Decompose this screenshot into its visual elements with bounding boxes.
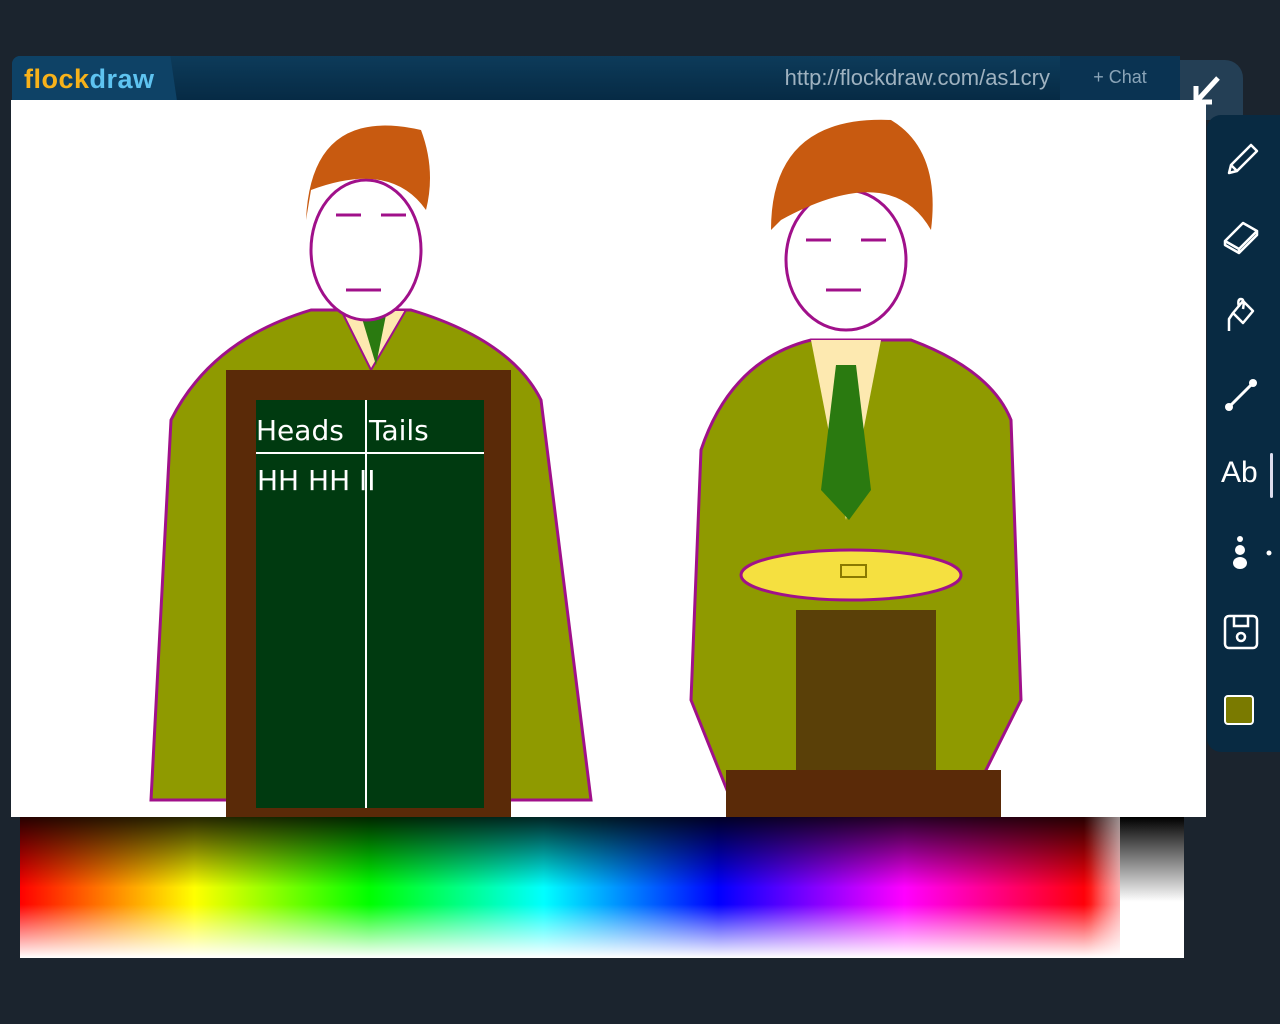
chat-button[interactable]: + Chat [1060, 56, 1180, 101]
drawing: Heads Tails HH HH II [149, 119, 1023, 817]
tally-marks: HH HH II [257, 464, 376, 497]
size-slider[interactable] [1270, 453, 1273, 498]
drawing-canvas[interactable]: Heads Tails HH HH II [11, 100, 1206, 817]
logo[interactable]: flockdraw [24, 64, 155, 95]
pencil-tool[interactable] [1221, 140, 1261, 180]
left-figure: Heads Tails HH HH II [149, 125, 593, 817]
header-bar: flockdraw http://flockdraw.com/as1cry + … [12, 56, 1180, 101]
color-swatch-icon [1224, 695, 1254, 725]
room-url[interactable]: http://flockdraw.com/as1cry [785, 65, 1050, 91]
brush-size-icon [1233, 536, 1272, 569]
text-tool[interactable]: Ab [1221, 453, 1261, 493]
grayscale-strip[interactable] [1120, 817, 1184, 958]
color-tool[interactable] [1221, 692, 1261, 732]
text-icon: Ab [1221, 456, 1258, 489]
line-tool[interactable] [1221, 375, 1261, 415]
eraser-tool[interactable] [1221, 217, 1261, 257]
right-figure [689, 119, 1023, 817]
fill-tool[interactable] [1221, 295, 1261, 335]
color-palette[interactable] [20, 817, 1184, 958]
brush-size-tool[interactable] [1221, 533, 1272, 573]
board-heading-tails: Tails [368, 414, 429, 447]
line-icon [1225, 379, 1257, 411]
pencil-icon [1227, 143, 1259, 175]
paint-bucket-icon [1227, 297, 1255, 331]
save-tool[interactable] [1221, 612, 1261, 652]
toolbar: Ab [1207, 115, 1280, 752]
save-icon [1223, 614, 1259, 650]
eraser-icon [1223, 221, 1259, 255]
board-heading-heads: Heads [256, 414, 344, 447]
